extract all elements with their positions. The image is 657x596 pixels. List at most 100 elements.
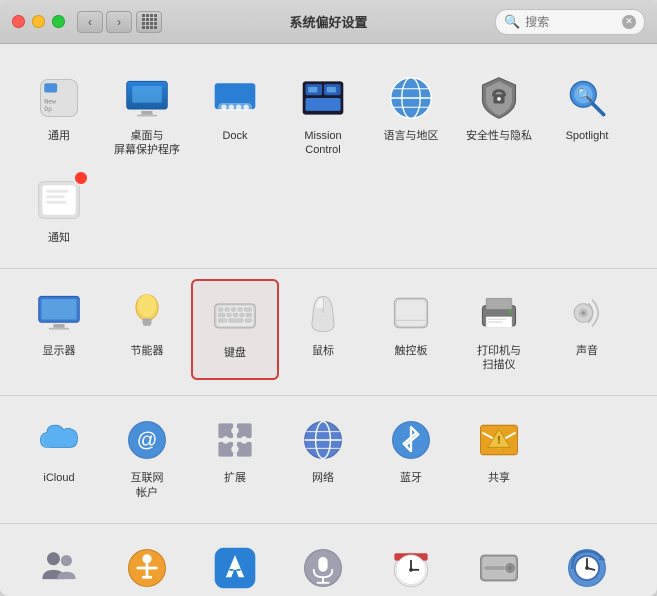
svg-text:Op: Op: [44, 105, 52, 113]
pref-spotlight[interactable]: 🔍 Spotlight: [543, 64, 631, 166]
energy-icon: [121, 287, 173, 339]
timemachine-icon: [561, 542, 613, 594]
general-icon: New Op: [33, 72, 85, 124]
mission-label: MissionControl: [304, 129, 341, 158]
pref-internetaccounts[interactable]: @ 互联网帐户: [103, 406, 191, 508]
pref-users[interactable]: 用户与群组: [15, 534, 103, 596]
mouse-icon: [297, 287, 349, 339]
pref-sharing[interactable]: ! 共享: [455, 406, 543, 508]
titlebar: ‹ › 系统偏好设置 🔍 ✕: [0, 0, 657, 44]
language-label: 语言与地区: [384, 129, 439, 143]
pref-dictation[interactable]: 听写与语音: [279, 534, 367, 596]
users-icon: [33, 542, 85, 594]
maximize-button[interactable]: [52, 15, 65, 28]
search-icon: 🔍: [504, 14, 520, 30]
internetaccounts-icon: @: [121, 414, 173, 466]
bluetooth-icon: [385, 414, 437, 466]
startdisk-icon: [473, 542, 525, 594]
extensions-label: 扩展: [224, 471, 246, 485]
section-system: 用户与群组 家长控制: [0, 524, 657, 596]
section-hardware: 显示器: [0, 269, 657, 397]
printer-icon: [473, 287, 525, 339]
pref-notifications[interactable]: 通知: [15, 166, 103, 253]
pref-mission[interactable]: MissionControl: [279, 64, 367, 166]
trackpad-label: 触控板: [395, 344, 428, 358]
pref-desktop[interactable]: 桌面与屏幕保护程序: [103, 64, 191, 166]
sharing-icon: !: [473, 414, 525, 466]
pref-keyboard[interactable]: 键盘: [191, 279, 279, 381]
back-button[interactable]: ‹: [77, 11, 103, 33]
trackpad-icon: [385, 287, 437, 339]
bluetooth-label: 蓝牙: [400, 471, 422, 485]
system-icons-grid: 用户与群组 家长控制: [15, 534, 642, 596]
pref-parental[interactable]: 家长控制: [103, 534, 191, 596]
hardware-icons-grid: 显示器: [15, 279, 642, 381]
dock-label: Dock: [222, 129, 247, 143]
internet-icons-grid: iCloud @ 互联网帐户: [15, 406, 642, 508]
mouse-label: 鼠标: [312, 344, 334, 358]
dictation-icon: [297, 542, 349, 594]
notifications-icon: [33, 174, 85, 226]
spotlight-icon: 🔍: [561, 72, 613, 124]
pref-datetime[interactable]: 18 日期与时间: [367, 534, 455, 596]
svg-text:🔍: 🔍: [577, 86, 593, 102]
forward-button[interactable]: ›: [106, 11, 132, 33]
icloud-icon: [33, 414, 85, 466]
pref-energy[interactable]: 节能器: [103, 279, 191, 381]
svg-text:@: @: [137, 430, 158, 452]
pref-language[interactable]: 语言与地区: [367, 64, 455, 166]
icloud-label: iCloud: [43, 471, 74, 485]
parental-icon: [121, 542, 173, 594]
nav-buttons: ‹ ›: [77, 11, 132, 33]
mission-icon: [297, 72, 349, 124]
search-input[interactable]: [525, 15, 617, 29]
minimize-button[interactable]: [32, 15, 45, 28]
pref-sound[interactable]: 声音: [543, 279, 631, 381]
pref-network[interactable]: 网络: [279, 406, 367, 508]
notification-badge: [73, 170, 89, 186]
security-icon: [473, 72, 525, 124]
search-box[interactable]: 🔍 ✕: [495, 9, 645, 35]
printer-label: 打印机与扫描仪: [477, 344, 521, 373]
displays-icon: [33, 287, 85, 339]
datetime-icon: 18: [385, 542, 437, 594]
pref-printer[interactable]: 打印机与扫描仪: [455, 279, 543, 381]
section-personal: New Op 通用: [0, 54, 657, 269]
pref-timemachine[interactable]: Time Machine: [543, 534, 631, 596]
keyboard-label: 键盘: [224, 346, 246, 360]
pref-dock[interactable]: Dock: [191, 64, 279, 166]
window-title: 系统偏好设置: [289, 12, 367, 31]
desktop-icon: [121, 72, 173, 124]
sharing-label: 共享: [488, 471, 510, 485]
pref-appstore[interactable]: App Store: [191, 534, 279, 596]
section-internet: iCloud @ 互联网帐户: [0, 396, 657, 524]
appstore-icon: [209, 542, 261, 594]
system-preferences-window: ‹ › 系统偏好设置 🔍 ✕: [0, 0, 657, 596]
internetaccounts-label: 互联网帐户: [131, 471, 164, 500]
close-button[interactable]: [12, 15, 25, 28]
pref-bluetooth[interactable]: 蓝牙: [367, 406, 455, 508]
search-clear-button[interactable]: ✕: [622, 15, 636, 29]
language-icon: [385, 72, 437, 124]
notifications-label: 通知: [48, 231, 70, 245]
extensions-icon: [209, 414, 261, 466]
dock-icon: [209, 72, 261, 124]
pref-security[interactable]: 安全性与隐私: [455, 64, 543, 166]
network-icon: [297, 414, 349, 466]
traffic-lights: [12, 15, 65, 28]
pref-extensions[interactable]: 扩展: [191, 406, 279, 508]
pref-trackpad[interactable]: 触控板: [367, 279, 455, 381]
sound-icon: [561, 287, 613, 339]
sound-label: 声音: [576, 344, 598, 358]
general-label: 通用: [48, 129, 70, 143]
pref-icloud[interactable]: iCloud: [15, 406, 103, 508]
network-label: 网络: [312, 471, 334, 485]
pref-general[interactable]: New Op 通用: [15, 64, 103, 166]
security-label: 安全性与隐私: [466, 129, 532, 143]
pref-startdisk[interactable]: 启动磁盘: [455, 534, 543, 596]
grid-view-button[interactable]: [136, 11, 162, 33]
pref-displays[interactable]: 显示器: [15, 279, 103, 381]
svg-text:!: !: [497, 435, 501, 447]
spotlight-label: Spotlight: [566, 129, 609, 143]
pref-mouse[interactable]: 鼠标: [279, 279, 367, 381]
